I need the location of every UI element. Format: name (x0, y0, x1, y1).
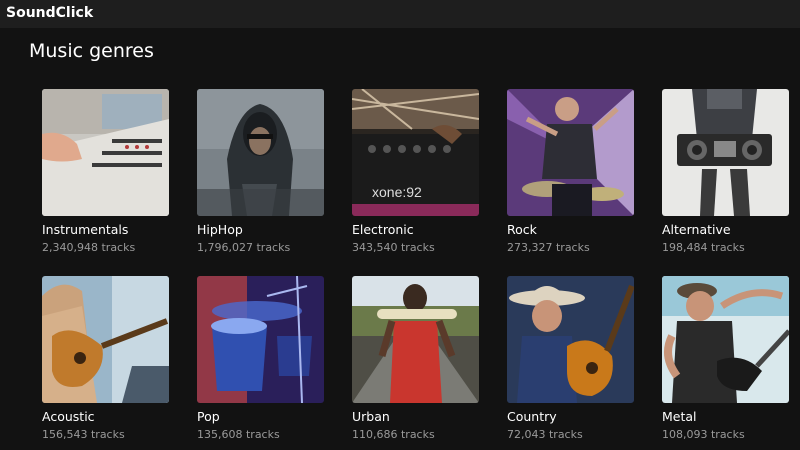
mixing-console-image (42, 89, 169, 216)
genre-name: HipHop (197, 222, 243, 237)
genre-card-acoustic[interactable]: Acoustic 156,543 tracks (42, 276, 169, 441)
genre-thumbnail[interactable] (662, 276, 789, 403)
track-count: 156,543 tracks (42, 428, 125, 441)
genre-name: Electronic (352, 222, 414, 237)
genre-name: Alternative (662, 222, 731, 237)
track-count: 198,484 tracks (662, 241, 745, 254)
track-count: 108,093 tracks (662, 428, 745, 441)
genre-name: Metal (662, 409, 697, 424)
genre-thumbnail[interactable] (42, 276, 169, 403)
track-count: 72,043 tracks (507, 428, 583, 441)
boombox-image (662, 89, 789, 216)
genre-name: Rock (507, 222, 537, 237)
genre-thumbnail[interactable] (197, 89, 324, 216)
man-on-road-image (352, 276, 479, 403)
genre-thumbnail[interactable] (662, 89, 789, 216)
genre-name: Instrumentals (42, 222, 129, 237)
track-count: 1,796,027 tracks (197, 241, 291, 254)
genre-card-electronic[interactable]: xone:92 Electronic 343,540 tracks (352, 89, 479, 254)
cowboy-guitarist-image (507, 276, 634, 403)
genre-card-metal[interactable]: Metal 108,093 tracks (662, 276, 789, 441)
hooded-man-image (197, 89, 324, 216)
drum-kit-image (197, 276, 324, 403)
genre-card-instrumentals[interactable]: Instrumentals 2,340,948 tracks (42, 89, 169, 254)
acoustic-guitarist-image (42, 276, 169, 403)
genre-thumbnail[interactable] (507, 89, 634, 216)
genre-card-pop[interactable]: Pop 135,608 tracks (197, 276, 324, 441)
genre-thumbnail[interactable]: xone:92 (352, 89, 479, 216)
drummer-image (507, 89, 634, 216)
genre-name: Pop (197, 409, 220, 424)
track-count: 273,327 tracks (507, 241, 590, 254)
genre-card-hiphop[interactable]: HipHop 1,796,027 tracks (197, 89, 324, 254)
genre-grid: Instrumentals 2,340,948 tracks HipHop 1,… (0, 0, 800, 450)
genre-card-urban[interactable]: Urban 110,686 tracks (352, 276, 479, 441)
genre-thumbnail[interactable] (197, 276, 324, 403)
genre-name: Country (507, 409, 557, 424)
genre-thumbnail[interactable] (507, 276, 634, 403)
genre-card-rock[interactable]: Rock 273,327 tracks (507, 89, 634, 254)
track-count: 110,686 tracks (352, 428, 435, 441)
genre-thumbnail[interactable] (352, 276, 479, 403)
dj-mixer-image: xone:92 (352, 89, 479, 216)
genre-name: Urban (352, 409, 390, 424)
genre-name: Acoustic (42, 409, 95, 424)
metal-guitarist-image (662, 276, 789, 403)
genre-thumbnail[interactable] (42, 89, 169, 216)
track-count: 135,608 tracks (197, 428, 280, 441)
track-count: 2,340,948 tracks (42, 241, 136, 254)
track-count: 343,540 tracks (352, 241, 435, 254)
svg-text:xone:92: xone:92 (372, 184, 422, 200)
genre-card-alternative[interactable]: Alternative 198,484 tracks (662, 89, 789, 254)
genre-card-country[interactable]: Country 72,043 tracks (507, 276, 634, 441)
